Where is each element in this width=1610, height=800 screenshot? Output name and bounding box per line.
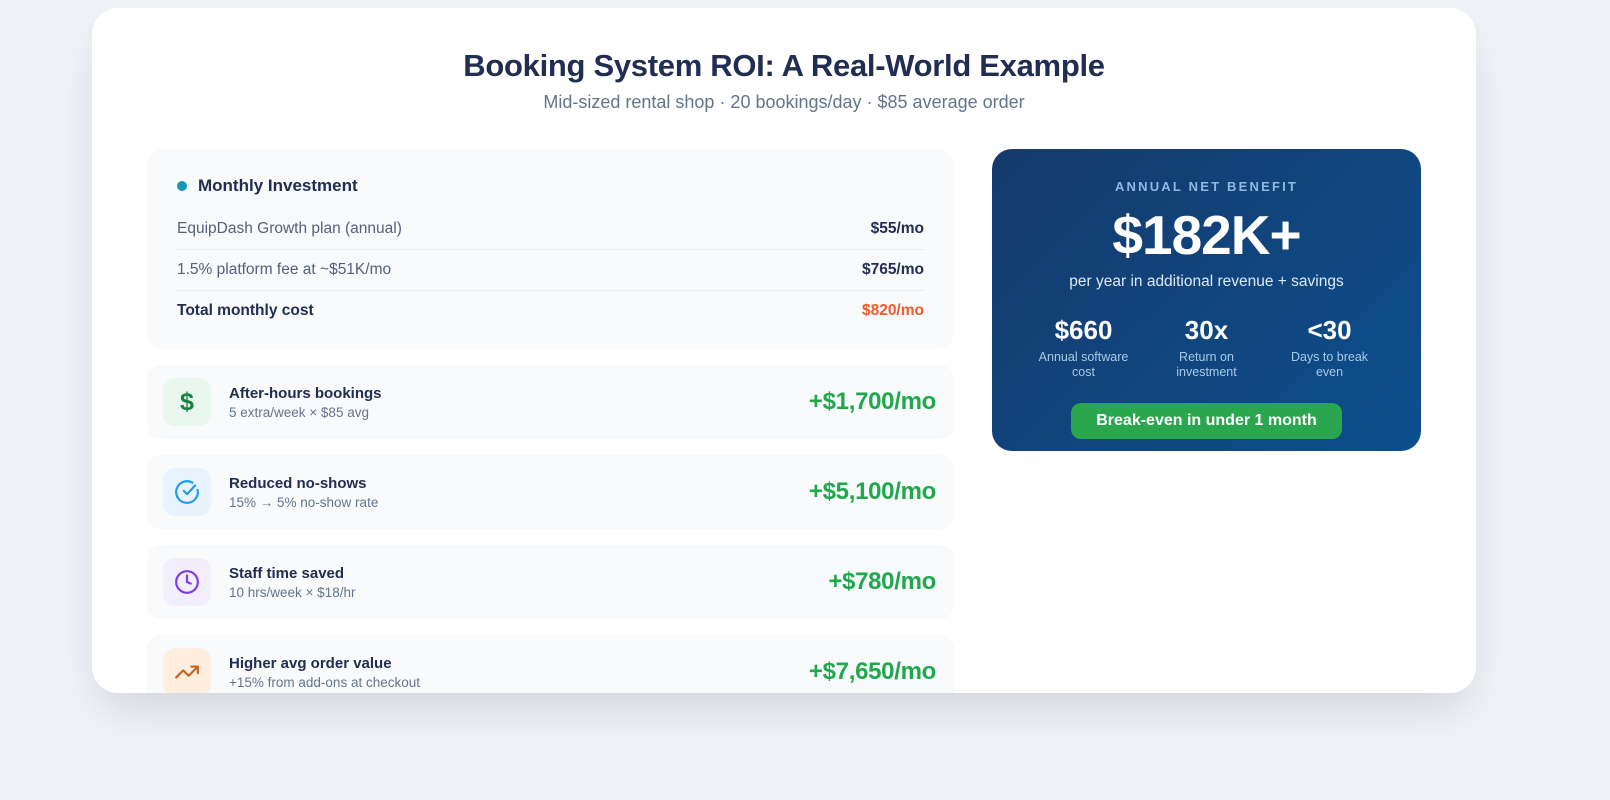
benefit-detail: 10 hrs/week × $18/hr [229, 584, 356, 600]
benefit-title: Staff time saved [229, 564, 345, 582]
benefit-title: After-hours bookings [229, 384, 382, 402]
investment-row: EquipDash Growth plan (annual) $55/mo [177, 209, 924, 250]
bullet-dot-icon [177, 181, 187, 191]
benefit-detail: 5 extra/week × $85 avg [229, 404, 369, 420]
stat-software-cost: $660 Annual software cost [1022, 315, 1145, 380]
monthly-investment-panel: Monthly Investment EquipDash Growth plan… [147, 149, 954, 349]
benefit-detail: 15% → 5% no-show rate [229, 494, 379, 510]
investment-row-value: $765/mo [861, 261, 924, 278]
investment-row-value: $55/mo [870, 220, 924, 237]
stat-value: <30 [1307, 315, 1352, 345]
stat-label: Days to break even [1290, 350, 1369, 379]
stat-label: Return on investment [1176, 350, 1237, 379]
benefit-title: Higher avg order value [229, 654, 392, 672]
investment-row: 1.5% platform fee at ~$51K/mo $765/mo [177, 250, 924, 291]
trending-up-icon [163, 648, 211, 693]
stat-value: $660 [1054, 315, 1113, 345]
annual-net-benefit-panel: ANNUAL NET BENEFIT $182K+ per year in ad… [992, 149, 1421, 451]
investment-row-label: EquipDash Growth plan (annual) [177, 220, 402, 237]
monthly-investment-title: Monthly Investment [198, 176, 358, 195]
page-title: Booking System ROI: A Real-World Example [463, 48, 1105, 83]
stat-label: Annual software cost [1038, 350, 1129, 379]
investment-row-label: 1.5% platform fee at ~$51K/mo [177, 261, 392, 278]
right-column: ANNUAL NET BENEFIT $182K+ per year in ad… [992, 149, 1421, 693]
benefit-value: +$7,650/mo [808, 658, 936, 685]
check-circle-icon [163, 468, 211, 516]
benefit-value: +$1,700/mo [808, 388, 936, 415]
benefit-row-staff-time: Staff time saved 10 hrs/week × $18/hr +$… [147, 545, 954, 619]
benefit-row-after-hours: $ After-hours bookings 5 extra/week × $8… [147, 365, 954, 439]
content: Monthly Investment EquipDash Growth plan… [92, 149, 1476, 693]
stat-roi: 30x Return on investment [1145, 315, 1268, 380]
stat-break-even-days: <30 Days to break even [1268, 315, 1391, 380]
benefit-value: +$5,100/mo [808, 478, 936, 505]
summary-headline: $182K+ [1112, 204, 1301, 266]
investment-total-row: Total monthly cost $820/mo [177, 291, 924, 331]
stat-value: 30x [1184, 315, 1229, 345]
summary-label: ANNUAL NET BENEFIT [1114, 179, 1299, 194]
investment-total-value: $820/mo [861, 302, 924, 319]
clock-icon [163, 558, 211, 606]
left-column: Monthly Investment EquipDash Growth plan… [147, 149, 954, 693]
roi-card: Booking System ROI: A Real-World Example… [92, 8, 1476, 693]
benefit-title: Reduced no-shows [229, 474, 367, 492]
benefit-detail: +15% from add-ons at checkout [229, 674, 420, 690]
page-subtitle: Mid-sized rental shop · 20 bookings/day … [543, 92, 1025, 112]
summary-stats: $660 Annual software cost 30x Return on … [992, 315, 1421, 380]
benefit-value: +$780/mo [828, 568, 936, 595]
monthly-investment-header: Monthly Investment [177, 176, 924, 196]
benefit-row-order-value: Higher avg order value +15% from add-ons… [147, 635, 954, 693]
header: Booking System ROI: A Real-World Example… [92, 8, 1476, 113]
dollar-icon: $ [163, 378, 211, 426]
break-even-badge[interactable]: Break-even in under 1 month [1071, 402, 1342, 439]
summary-subtext: per year in additional revenue + savings [1069, 273, 1344, 290]
investment-total-label: Total monthly cost [177, 302, 314, 319]
benefit-row-no-shows: Reduced no-shows 15% → 5% no-show rate +… [147, 455, 954, 529]
